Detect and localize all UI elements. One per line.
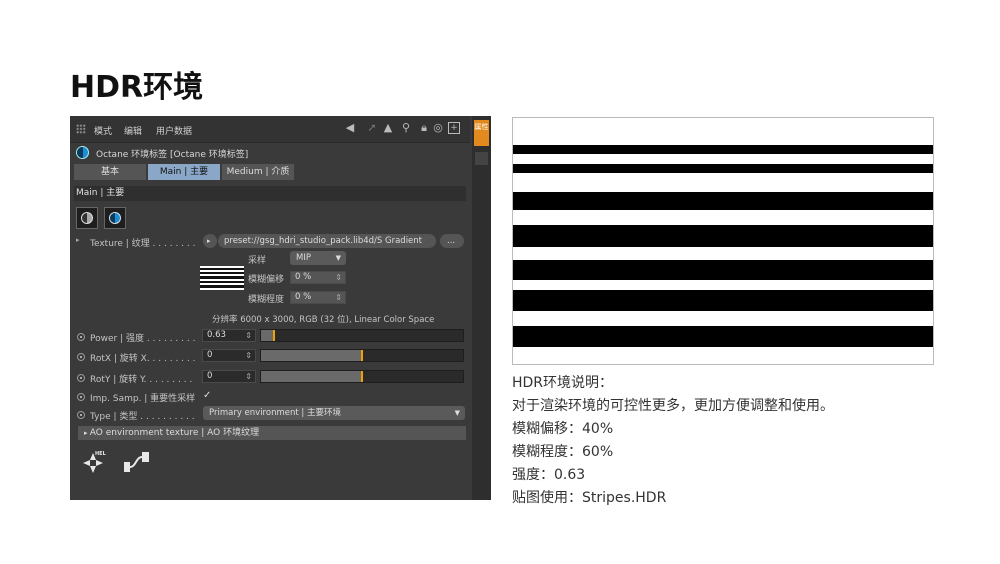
notes-line: 贴图使用：Stripes.HDR xyxy=(512,490,667,506)
notes-line: 强度：0.63 xyxy=(512,467,586,483)
tab-bar: 基本 Main | 主要 Medium | 介质 xyxy=(74,164,468,180)
tab-basic[interactable]: 基本 xyxy=(74,164,146,180)
texture-link-button[interactable]: ▸ xyxy=(203,234,217,248)
slide-title: HDR环境 xyxy=(70,70,204,105)
power-field[interactable]: 0.63 ⇕ xyxy=(202,329,256,342)
blur-offset-label: 模糊偏移 xyxy=(248,275,285,285)
slider-fill xyxy=(261,350,362,361)
forward-arrow-icon[interactable]: ➚ xyxy=(366,122,378,134)
sampling-value: MIP xyxy=(296,253,311,263)
rotx-keyframe-radio[interactable] xyxy=(77,353,85,361)
rotx-label: RotX | 旋转 X. . . . . . . . . xyxy=(90,354,196,364)
slider-handle[interactable] xyxy=(273,330,275,341)
slider-handle[interactable] xyxy=(361,371,363,382)
stepper-icon[interactable]: ⇕ xyxy=(335,272,342,283)
right-side-tabs: 属性 xyxy=(472,116,491,500)
menu-edit[interactable]: 编辑 xyxy=(124,124,142,137)
resolution-info: 分辨率 6000 x 3000, RGB (32 位), Linear Colo… xyxy=(212,315,435,325)
texture-path-field[interactable]: preset://gsg_hdri_studio_pack.lib4d/S Gr… xyxy=(218,234,436,248)
menu-user-data[interactable]: 用户数据 xyxy=(156,124,192,137)
notes-line: 模糊偏移：40% xyxy=(512,421,614,437)
texture-label: Texture | 纹理 . . . . . . . . xyxy=(90,239,196,249)
up-arrow-icon[interactable]: ▲ xyxy=(382,122,394,134)
tag-title-row: Octane 环境标签 [Octane 环境标签] xyxy=(74,145,468,161)
roty-slider[interactable] xyxy=(260,370,464,383)
notes-heading: HDR环境说明： xyxy=(512,375,614,391)
blur-offset-field[interactable]: 0 % ⇕ xyxy=(290,271,346,284)
type-label: Type | 类型 . . . . . . . . . . xyxy=(90,412,195,422)
menu-mode[interactable]: 模式 xyxy=(94,124,112,137)
roty-field[interactable]: 0 ⇕ xyxy=(202,370,256,383)
imp-samp-checkbox[interactable]: ✓ xyxy=(203,390,211,401)
rotx-slider[interactable] xyxy=(260,349,464,362)
slider-handle[interactable] xyxy=(361,350,363,361)
texture-thumbnail xyxy=(200,266,244,290)
stepper-icon[interactable]: ⇕ xyxy=(335,292,342,303)
stripes-hdr-preview xyxy=(512,117,934,365)
tab-main[interactable]: Main | 主要 xyxy=(148,164,220,180)
lock-icon[interactable]: 🔒︎ xyxy=(418,122,430,134)
blur-amount-field[interactable]: 0 % ⇕ xyxy=(290,291,346,304)
tab-medium[interactable]: Medium | 介质 xyxy=(222,164,294,180)
chevron-down-icon: ▼ xyxy=(454,409,460,417)
expand-arrow-icon[interactable]: ▸ xyxy=(76,236,80,244)
power-label: Power | 强度 . . . . . . . . . xyxy=(90,334,196,344)
blue-octane-button[interactable] xyxy=(104,207,126,229)
chevron-down-icon: ▼ xyxy=(335,254,341,262)
target-icon[interactable]: ◎ xyxy=(432,122,444,134)
octane-logo-icon xyxy=(76,146,89,159)
octane-grey-icon xyxy=(81,212,93,224)
ao-environment-texture-row[interactable]: ▸ AO environment texture | AO 环境纹理 xyxy=(78,426,466,440)
stepper-icon[interactable]: ⇕ xyxy=(245,330,252,341)
layers-side-tab[interactable] xyxy=(475,152,488,165)
rotx-field[interactable]: 0 ⇕ xyxy=(202,349,256,362)
sampling-dropdown[interactable]: MIP ▼ xyxy=(290,251,346,265)
notes-line: 模糊程度：60% xyxy=(512,444,614,460)
grey-octane-button[interactable] xyxy=(76,207,98,229)
ao-row-label: AO environment texture | AO 环境纹理 xyxy=(89,428,260,438)
node-editor-icon[interactable] xyxy=(122,450,152,476)
help-icon[interactable]: HELP xyxy=(80,450,106,476)
roty-keyframe-radio[interactable] xyxy=(77,374,85,382)
search-icon[interactable]: ⚲ xyxy=(400,122,412,134)
texture-browse-button[interactable]: ... xyxy=(440,234,464,248)
hdr-notes: HDR环境说明： 对于渲染环境的可控性更多，更加方便调整和使用。 模糊偏移：40… xyxy=(512,372,834,510)
roty-value: 0 xyxy=(207,371,213,381)
blur-offset-value: 0 % xyxy=(295,272,312,282)
type-dropdown[interactable]: Primary environment | 主要环境 ▼ xyxy=(203,406,465,420)
imp-samp-label: Imp. Samp. | 重要性采样 xyxy=(90,394,196,404)
power-keyframe-radio[interactable] xyxy=(77,333,85,341)
svg-text:HELP: HELP xyxy=(95,451,106,457)
stepper-icon[interactable]: ⇕ xyxy=(245,350,252,361)
type-value: Primary environment | 主要环境 xyxy=(209,408,341,418)
octane-blue-icon xyxy=(109,212,121,224)
menu-bar: 模式 编辑 用户数据 ◀ ➚ ▲ ⚲ 🔒︎ ◎ + xyxy=(70,116,470,143)
blur-amount-value: 0 % xyxy=(295,292,312,302)
notes-line: 对于渲染环境的可控性更多，更加方便调整和使用。 xyxy=(512,398,834,414)
rotx-value: 0 xyxy=(207,350,213,360)
section-header-main: Main | 主要 xyxy=(74,186,466,201)
new-panel-icon[interactable]: + xyxy=(448,122,460,134)
power-slider[interactable] xyxy=(260,329,464,342)
sampling-label: 采样 xyxy=(248,256,267,266)
slider-fill xyxy=(261,371,362,382)
attributes-side-tab[interactable]: 属性 xyxy=(474,120,489,146)
blur-amount-label: 模糊程度 xyxy=(248,295,285,305)
power-value: 0.63 xyxy=(207,330,226,340)
grid-menu-icon[interactable] xyxy=(76,124,86,134)
attribute-manager-panel: 模式 编辑 用户数据 ◀ ➚ ▲ ⚲ 🔒︎ ◎ + Octane 环境标签 [O… xyxy=(70,116,491,500)
back-arrow-icon[interactable]: ◀ xyxy=(344,122,356,134)
imp-samp-keyframe-radio[interactable] xyxy=(77,393,85,401)
type-keyframe-radio[interactable] xyxy=(77,411,85,419)
tag-title: Octane 环境标签 [Octane 环境标签] xyxy=(96,150,249,160)
stepper-icon[interactable]: ⇕ xyxy=(245,371,252,382)
roty-label: RotY | 旋转 Y. . . . . . . . . xyxy=(90,375,193,385)
